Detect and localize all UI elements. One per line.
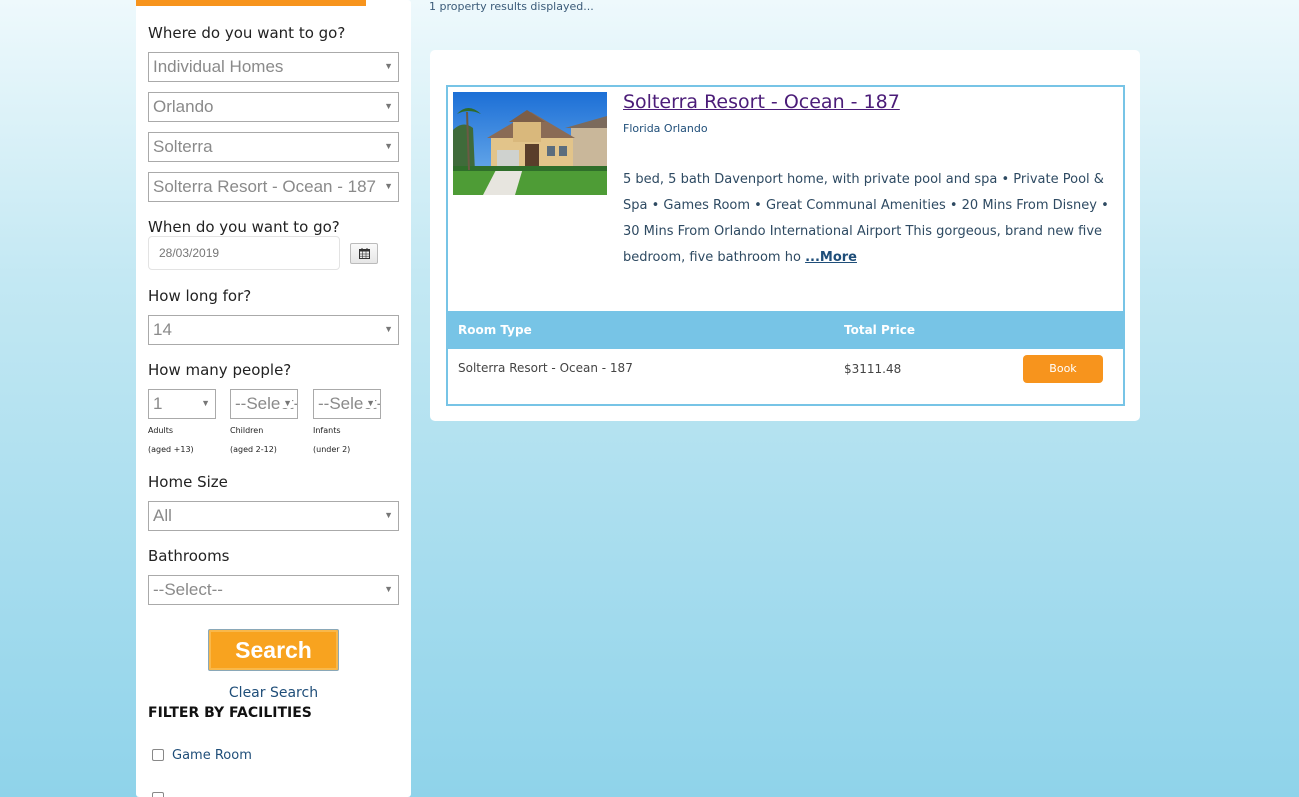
children-select[interactable]: --Select-- ▼ <box>230 389 298 419</box>
dropdown-arrow-icon: ▼ <box>364 398 375 408</box>
city-select[interactable]: Orlando ▼ <box>148 92 399 122</box>
calendar-icon <box>359 248 370 259</box>
total-price-cell: $3111.48 <box>844 362 902 376</box>
sidebar-accent-bar <box>136 0 366 6</box>
results-panel: Solterra Resort - Ocean - 187 Florida Or… <box>430 50 1140 421</box>
property-type-value: Individual Homes <box>153 57 284 76</box>
property-location: Florida Orlando <box>623 122 708 135</box>
city-value: Orlando <box>153 97 214 116</box>
facility-checkbox[interactable] <box>152 792 164 797</box>
results-count: 1 property results displayed... <box>429 0 594 13</box>
dropdown-arrow-icon: ▼ <box>384 61 393 71</box>
dropdown-arrow-icon: ▼ <box>281 398 292 408</box>
game-room-checkbox[interactable] <box>152 749 164 761</box>
property-description-text: 5 bed, 5 bath Davenport home, with priva… <box>623 172 1109 265</box>
children-caption: Children (aged 2-12) <box>230 421 277 459</box>
book-button[interactable]: Book <box>1023 355 1103 383</box>
nights-value: 14 <box>153 320 172 339</box>
rooms-table-header: Room Type Total Price <box>448 311 1123 349</box>
property-value: Solterra Resort - Ocean - 187 <box>153 177 376 196</box>
children-label: Children <box>230 426 264 435</box>
search-sidebar: Where do you want to go? Individual Home… <box>136 0 411 797</box>
clear-search-link[interactable]: Clear Search <box>136 685 411 701</box>
bathrooms-select[interactable]: --Select-- ▼ <box>148 575 399 605</box>
facility-label-game-room: Game Room <box>172 748 252 763</box>
bathrooms-label: Bathrooms <box>148 547 230 565</box>
how-long-label: How long for? <box>148 287 252 305</box>
infants-label: Infants <box>313 426 341 435</box>
dropdown-arrow-icon: ▼ <box>201 398 210 408</box>
nights-select[interactable]: 14 ▼ <box>148 315 399 345</box>
room-type-header: Room Type <box>458 323 532 337</box>
home-size-label: Home Size <box>148 473 228 491</box>
table-row: Solterra Resort - Ocean - 187 $3111.48 B… <box>448 349 1123 404</box>
house-photo-image <box>453 92 607 195</box>
search-button[interactable]: Search <box>208 629 339 671</box>
bathrooms-value: --Select-- <box>153 580 223 599</box>
property-photo[interactable] <box>453 92 607 195</box>
filter-facilities-title: FILTER BY FACILITIES <box>148 705 312 721</box>
dropdown-arrow-icon: ▼ <box>384 510 393 520</box>
property-card: Solterra Resort - Ocean - 187 Florida Or… <box>446 85 1125 406</box>
adults-caption: Adults (aged +13) <box>148 421 194 459</box>
adults-value: 1 <box>153 394 163 413</box>
total-price-header: Total Price <box>844 323 916 337</box>
property-select[interactable]: Solterra Resort - Ocean - 187 ▼ <box>148 172 399 202</box>
property-type-select[interactable]: Individual Homes ▼ <box>148 52 399 82</box>
dropdown-arrow-icon: ▼ <box>384 101 393 111</box>
calendar-button[interactable] <box>350 243 378 264</box>
date-input[interactable]: 28/03/2019 <box>148 236 340 270</box>
infants-select[interactable]: --Select-- ▼ <box>313 389 381 419</box>
people-label: How many people? <box>148 361 292 379</box>
property-description: 5 bed, 5 bath Davenport home, with priva… <box>623 167 1123 271</box>
children-sub: (aged 2-12) <box>230 445 277 454</box>
dropdown-arrow-icon: ▼ <box>384 141 393 151</box>
when-label: When do you want to go? <box>148 218 340 236</box>
adults-label: Adults <box>148 426 174 435</box>
more-link[interactable]: ...More <box>805 250 857 265</box>
dropdown-arrow-icon: ▼ <box>381 181 393 191</box>
adults-sub: (aged +13) <box>148 445 194 454</box>
resort-value: Solterra <box>153 137 213 156</box>
home-size-value: All <box>153 506 172 525</box>
dropdown-arrow-icon: ▼ <box>384 584 393 594</box>
property-title-link[interactable]: Solterra Resort - Ocean - 187 <box>623 91 900 113</box>
where-label: Where do you want to go? <box>148 24 346 42</box>
resort-select[interactable]: Solterra ▼ <box>148 132 399 162</box>
infants-sub: (under 2) <box>313 445 351 454</box>
adults-select[interactable]: 1 ▼ <box>148 389 216 419</box>
infants-caption: Infants (under 2) <box>313 421 350 459</box>
dropdown-arrow-icon: ▼ <box>384 324 393 334</box>
room-type-cell: Solterra Resort - Ocean - 187 <box>458 361 633 375</box>
home-size-select[interactable]: All ▼ <box>148 501 399 531</box>
